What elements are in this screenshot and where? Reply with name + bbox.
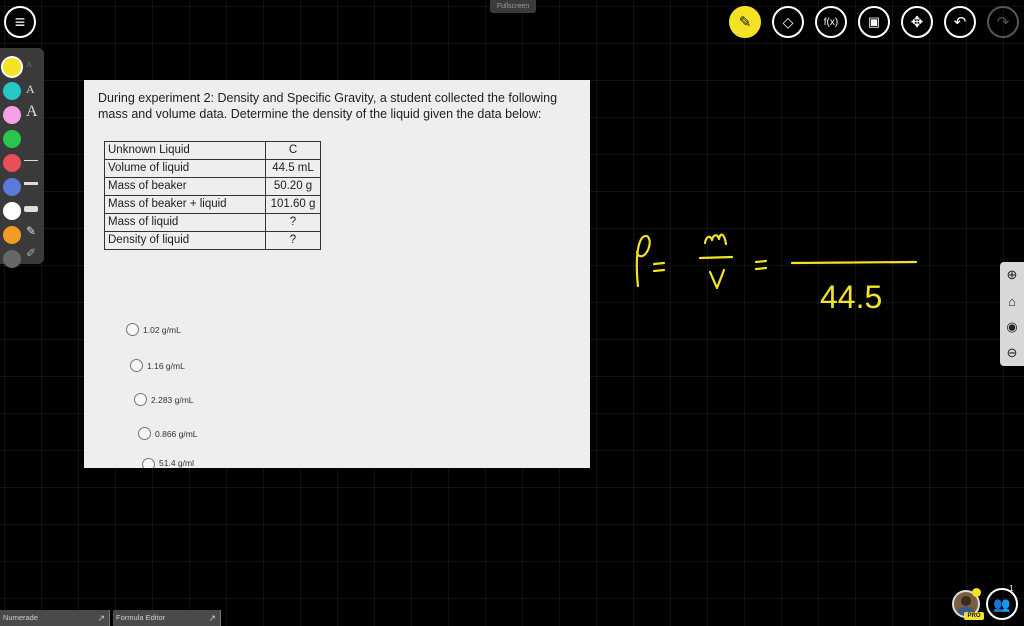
radio-button[interactable] — [134, 393, 147, 406]
equation-editor-icon: ▣ — [867, 14, 881, 29]
undo-icon: ↶ — [953, 14, 967, 31]
undo-button[interactable]: ↶ — [944, 6, 976, 38]
pro-badge: PRO — [964, 612, 984, 620]
equals-stroke-2 — [754, 259, 768, 271]
color-swatch-blue[interactable] — [3, 178, 21, 196]
function-icon: f(x) — [823, 16, 839, 28]
color-swatch-green[interactable] — [3, 130, 21, 148]
text-size-medium[interactable]: A — [26, 82, 35, 97]
long-fraction-bar — [790, 260, 918, 265]
zoom-in-icon[interactable]: ⊕ — [1000, 262, 1024, 288]
color-palette: A A A ✎ ✐ — [0, 48, 44, 268]
m-stroke — [703, 233, 728, 246]
text-size-small[interactable]: A — [26, 60, 32, 69]
color-swatch-yellow[interactable] — [3, 58, 21, 76]
stroke-thick[interactable] — [24, 206, 38, 212]
question-text: During experiment 2: Density and Specifi… — [98, 91, 558, 121]
denominator-value: 44.5 — [820, 279, 882, 315]
radio-button[interactable] — [138, 427, 151, 440]
handwritten-formula: 44.5 — [635, 233, 918, 315]
status-dot — [972, 588, 981, 597]
hamburger-icon: ≡ — [14, 12, 26, 32]
redo-icon: ↷ — [996, 14, 1010, 31]
color-swatch-orange[interactable] — [3, 226, 21, 244]
rho-stroke — [635, 234, 651, 288]
clear-color-swatch[interactable] — [3, 250, 21, 268]
color-swatch-white[interactable] — [3, 202, 21, 220]
fullscreen-button[interactable]: Fullscreen — [490, 0, 536, 13]
text-size-large[interactable]: A — [26, 103, 38, 121]
redo-button[interactable]: ↷ — [987, 6, 1019, 38]
answer-option-3[interactable]: 2.283 g/mL — [134, 393, 194, 406]
color-swatch-red[interactable] — [3, 154, 21, 172]
table-row: Mass of liquid? — [104, 213, 321, 232]
equals-stroke-1 — [652, 261, 666, 273]
highlighter-icon[interactable]: ✐ — [26, 246, 36, 261]
answer-option-5[interactable]: 51.4 g/ml — [142, 458, 194, 468]
stroke-thin[interactable] — [24, 160, 38, 161]
question-document: During experiment 2: Density and Specifi… — [84, 80, 590, 468]
table-row: Density of liquid? — [104, 231, 321, 250]
pen-icon[interactable]: ✎ — [26, 224, 36, 239]
zoom-controls: ⊕ ⌂ ◉ ⊖ — [1000, 262, 1024, 366]
tab-formula-editor[interactable]: Formula Editor ↗ — [113, 610, 221, 626]
expand-arrow-icon: ↗ — [97, 613, 105, 623]
function-tool-button[interactable]: f(x) — [815, 6, 847, 38]
pencil-tool-button[interactable]: ✎ — [729, 6, 761, 38]
v-stroke — [708, 268, 726, 290]
menu-button[interactable]: ≡ — [4, 6, 36, 38]
color-swatch-teal[interactable] — [3, 82, 21, 100]
expand-arrow-icon: ↗ — [208, 613, 216, 623]
zoom-out-icon[interactable]: ⊖ — [1000, 340, 1024, 366]
radio-button[interactable] — [142, 458, 155, 468]
home-icon[interactable]: ⌂ — [1000, 288, 1024, 314]
users-icon: 👥 — [993, 595, 1011, 612]
table-row: Unknown Liquid C — [104, 141, 321, 160]
move-icon: ✥ — [910, 14, 924, 31]
radio-button[interactable] — [126, 323, 139, 336]
table-row: Mass of beaker + liquid 101.60 g — [104, 195, 321, 214]
data-table: Unknown Liquid C Volume of liquid 44.5 mL … — [104, 141, 321, 250]
eraser-icon: ◇ — [782, 13, 794, 30]
participants-count: 1 — [1009, 584, 1014, 593]
equation-tool-button[interactable]: ▣ — [858, 6, 890, 38]
answer-option-4[interactable]: 0.866 g/mL — [138, 427, 198, 440]
stroke-medium[interactable] — [24, 182, 38, 185]
table-row: Mass of beaker 50.20 g — [104, 177, 321, 196]
radio-button[interactable] — [130, 359, 143, 372]
pencil-icon: ✎ — [738, 14, 752, 31]
eraser-tool-button[interactable]: ◇ — [772, 6, 804, 38]
answer-option-2[interactable]: 1.16 g/mL — [130, 359, 185, 372]
table-row: Volume of liquid 44.5 mL — [104, 159, 321, 178]
color-swatch-pink[interactable] — [3, 106, 21, 124]
tab-numerade[interactable]: Numerade ↗ — [0, 610, 110, 626]
move-tool-button[interactable]: ✥ — [901, 6, 933, 38]
target-icon[interactable]: ◉ — [1000, 314, 1024, 340]
fraction-bar — [698, 255, 734, 260]
answer-option-1[interactable]: 1.02 g/mL — [126, 323, 181, 336]
